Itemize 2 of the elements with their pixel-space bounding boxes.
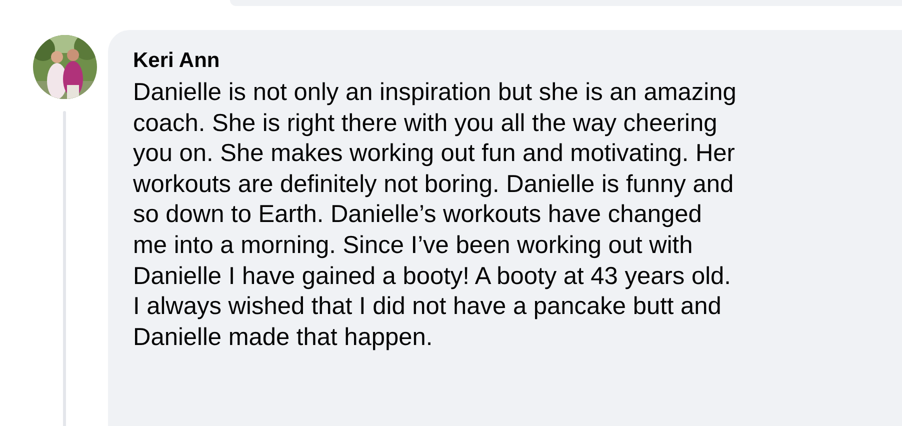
author-name[interactable]: Keri Ann bbox=[133, 48, 220, 74]
comment-text: Danielle is not only an inspiration but she is an amazing coach. She is right there with you all the way cheering you on. She makes working out fun and motivating. Her workouts are definitely not boring. Danielle is funny and so down to Earth. Danielle’s workouts have changed me into a morning. Since I’ve been working out with Danielle I have gained a booty! A booty at 43 years old. I always wished that I did not have a pancake butt and Danielle made that happen. bbox=[133, 78, 738, 353]
